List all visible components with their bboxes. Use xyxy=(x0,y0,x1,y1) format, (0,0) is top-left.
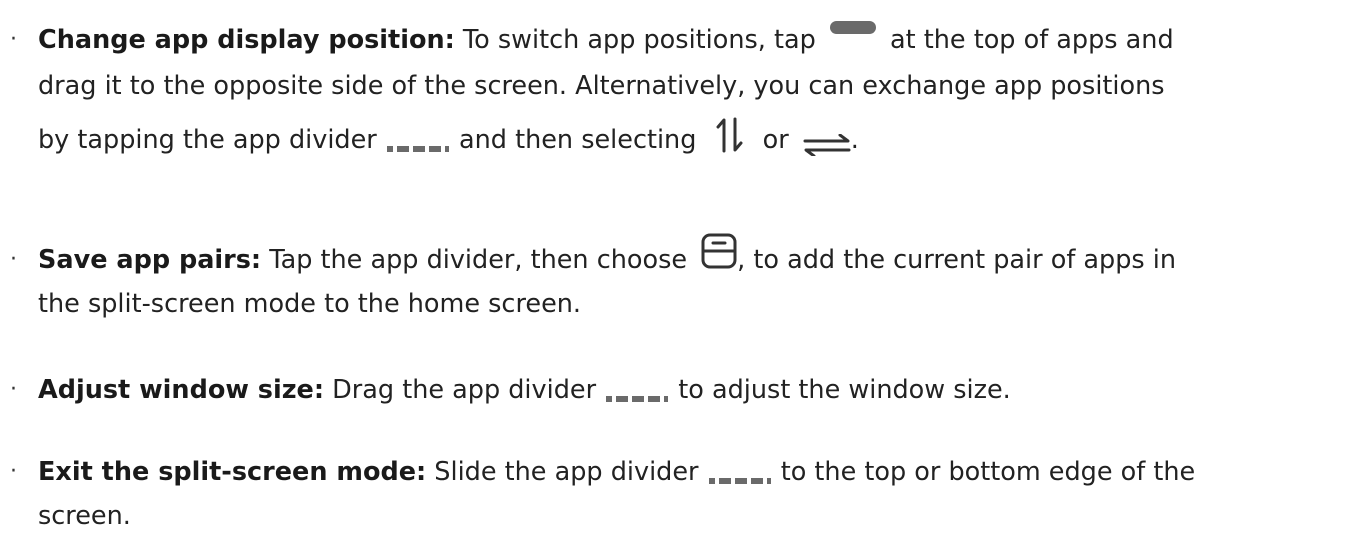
item-line: Adjust window size: Drag the app divider… xyxy=(38,368,1011,412)
item-body-text: , to add the current pair of apps in xyxy=(737,245,1177,275)
item-body-text: to adjust the window size. xyxy=(670,375,1011,405)
list-item-change-position: · Change app display position: To switch… xyxy=(0,18,1358,178)
item-title: Adjust window size: xyxy=(38,375,325,405)
bullet: · xyxy=(10,377,17,402)
item-body-text: To switch app positions, tap xyxy=(454,25,824,55)
item-body-text: Drag the app divider xyxy=(324,375,605,405)
save-app-pair-icon xyxy=(701,233,737,269)
list-item-adjust-size: · Adjust window size: Drag the app divid… xyxy=(0,368,1358,412)
item-body-text: . xyxy=(850,125,859,155)
item-body-text: at the top of apps and xyxy=(881,25,1174,55)
item-line: Exit the split-screen mode: Slide the ap… xyxy=(38,450,1195,494)
app-divider-icon xyxy=(606,373,669,402)
swap-vertical-icon xyxy=(715,117,745,153)
bullet: · xyxy=(10,459,17,484)
app-divider-icon xyxy=(708,455,771,484)
item-title: Exit the split-screen mode: xyxy=(38,457,427,487)
item-line: Save app pairs: Tap the app divider, the… xyxy=(38,233,1177,282)
item-body-text: Tap the app divider, then choose xyxy=(261,245,696,275)
item-body-text: and then selecting xyxy=(450,125,705,155)
item-title: Save app pairs: xyxy=(38,245,262,275)
item-body-text: Slide the app divider xyxy=(426,457,707,487)
item-body-text: by tapping the app divider xyxy=(38,125,385,155)
bullet: · xyxy=(10,247,17,272)
app-divider-icon xyxy=(386,123,449,152)
bullet: · xyxy=(10,27,17,52)
list-item-exit-split: · Exit the split-screen mode: Slide the … xyxy=(0,450,1358,540)
item-line: drag it to the opposite side of the scre… xyxy=(38,71,1165,101)
item-line: by tapping the app divider and then sele… xyxy=(38,117,859,162)
drag-handle-icon xyxy=(829,20,876,34)
item-title: Change app display position: xyxy=(38,25,455,55)
item-body-text: to the top or bottom edge of the xyxy=(772,457,1196,487)
item-body-text: or xyxy=(754,125,797,155)
swap-horizontal-icon xyxy=(803,126,851,158)
item-line: Change app display position: To switch a… xyxy=(38,18,1174,62)
item-line: the split-screen mode to the home screen… xyxy=(38,289,582,319)
list-item-save-pairs: · Save app pairs: Tap the app divider, t… xyxy=(0,233,1358,328)
item-line: screen. xyxy=(38,501,131,531)
